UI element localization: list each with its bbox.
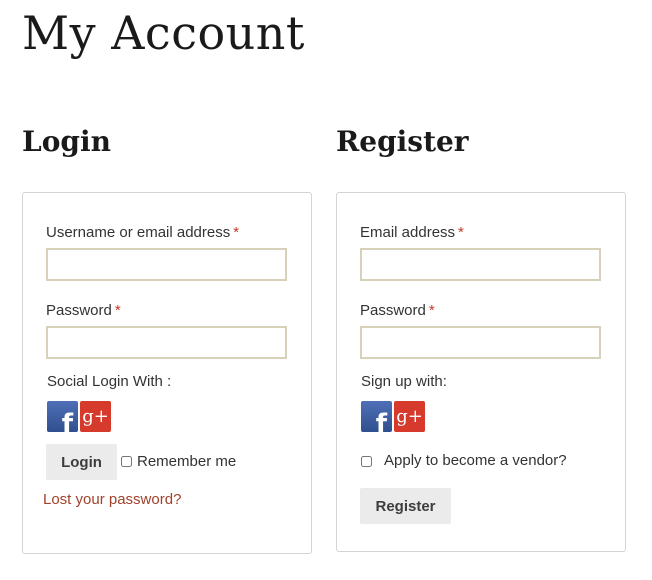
page-title: My Account — [22, 6, 305, 60]
register-password-label-text: Password — [360, 302, 426, 319]
password-label: Password * — [46, 301, 121, 321]
sign-up-with-label: Sign up with: — [361, 373, 447, 390]
username-input[interactable] — [46, 248, 287, 281]
google-plus-signup-button[interactable]: g+ — [394, 401, 425, 432]
lost-password-link[interactable]: Lost your password? — [43, 491, 181, 508]
register-password-input[interactable] — [360, 326, 601, 359]
social-login-label: Social Login With : — [47, 373, 172, 390]
required-asterisk: * — [428, 302, 435, 319]
required-asterisk: * — [458, 224, 464, 241]
facebook-login-button[interactable]: f — [47, 401, 78, 432]
login-heading: Login — [22, 125, 111, 158]
email-label-text: Email address — [360, 224, 456, 241]
vendor-label: Apply to become a vendor? — [384, 452, 567, 469]
email-label: Email address * — [360, 223, 464, 243]
password-label-text: Password — [46, 302, 112, 319]
login-form: Username or email address * Password * Soc… — [22, 192, 312, 554]
username-label: Username or email address * — [46, 223, 239, 243]
google-plus-icon: g+ — [396, 406, 423, 427]
register-email-input[interactable] — [360, 248, 601, 281]
required-asterisk: * — [114, 302, 121, 319]
password-input[interactable] — [46, 326, 287, 359]
facebook-icon: f — [61, 409, 73, 432]
register-heading: Register — [336, 125, 469, 158]
google-plus-icon: g+ — [82, 406, 109, 427]
login-button[interactable]: Login — [46, 444, 117, 480]
remember-me-label: Remember me — [137, 453, 237, 470]
vendor-checkbox[interactable] — [361, 456, 372, 467]
register-password-label: Password * — [360, 301, 435, 321]
facebook-signup-button[interactable]: f — [361, 401, 392, 432]
social-login-buttons: f g+ — [47, 401, 111, 432]
facebook-icon: f — [375, 409, 387, 432]
register-button[interactable]: Register — [360, 488, 451, 524]
register-form: Email address * Password * Sign up with: f… — [336, 192, 626, 552]
username-label-text: Username or email address — [46, 224, 231, 241]
social-signup-buttons: f g+ — [361, 401, 425, 432]
remember-me-checkbox[interactable] — [121, 456, 132, 467]
required-asterisk: * — [233, 224, 240, 241]
google-plus-login-button[interactable]: g+ — [80, 401, 111, 432]
